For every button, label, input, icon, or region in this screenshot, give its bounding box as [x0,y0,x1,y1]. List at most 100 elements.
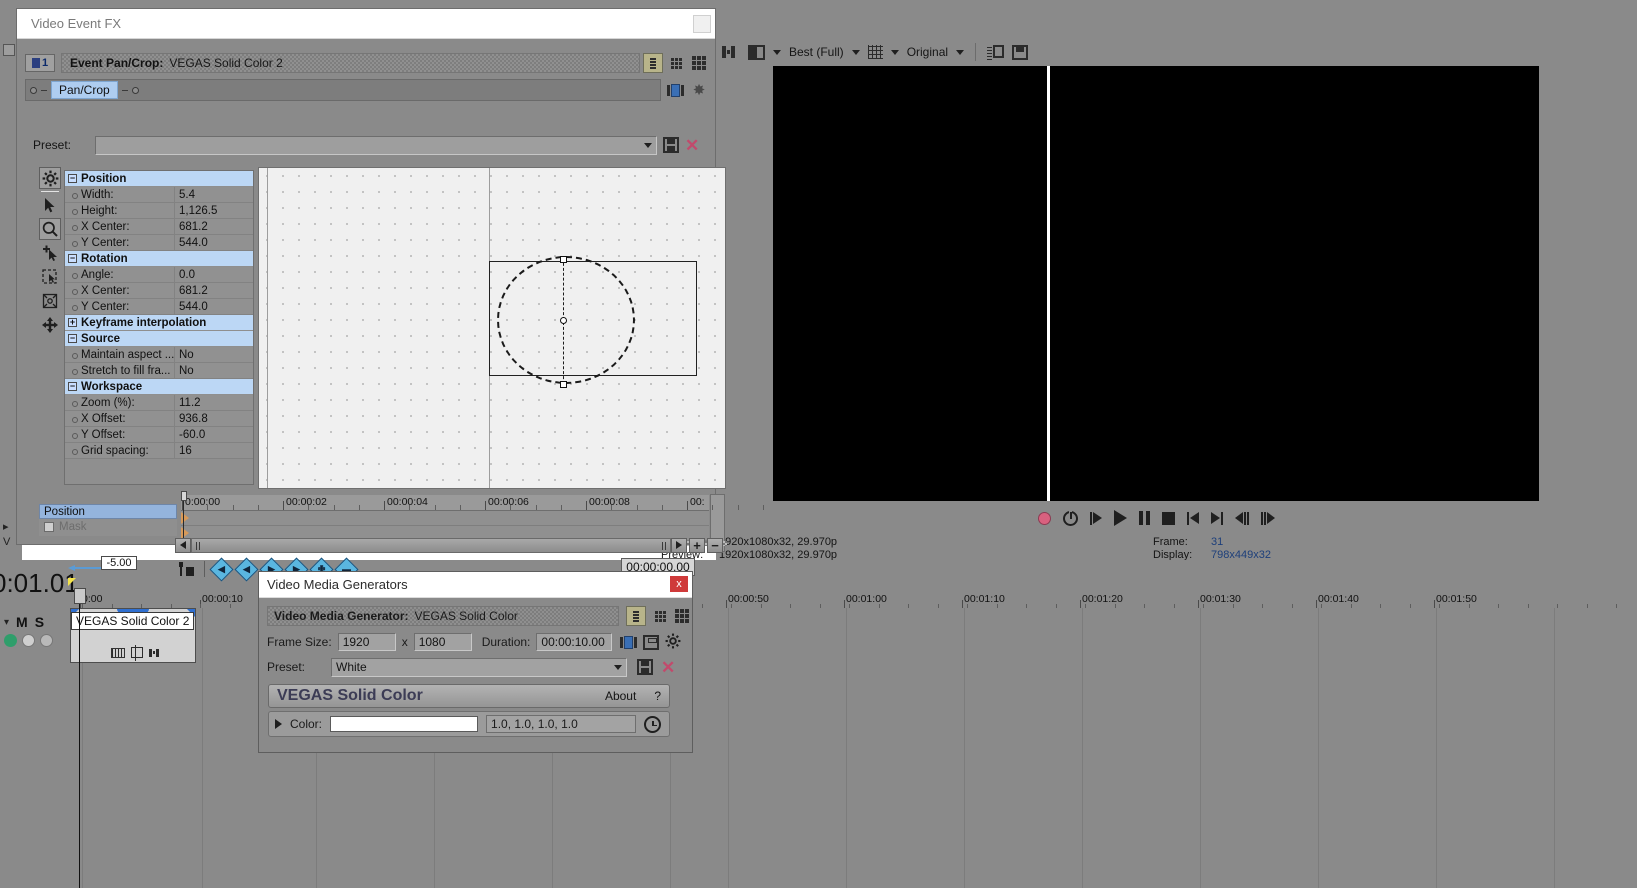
plugin-chain-add-icon[interactable]: ✸ [689,79,709,101]
collapse-icon[interactable]: − [68,382,77,391]
frame-height-input[interactable]: 1080 [414,633,472,651]
property-value[interactable]: 16 [175,443,253,458]
vmg-preset-combo[interactable]: White [331,658,627,677]
zoom-tool-icon[interactable] [39,218,61,240]
frame-size-options-icon[interactable] [643,635,659,650]
vmg-preset-chevron-down-icon[interactable] [614,665,622,670]
previous-frame-button[interactable] [1235,512,1249,525]
keyframe-cursor[interactable] [181,491,187,541]
track-motion-icon[interactable] [22,634,35,647]
chain-output-node-icon[interactable] [132,87,139,94]
property-value[interactable]: 681.2 [175,283,253,298]
event-pan-crop-icon[interactable] [131,647,143,658]
expand-color-triangle-icon[interactable] [275,719,282,729]
play-from-start-button[interactable] [1090,512,1102,525]
property-row[interactable]: X Center:681.2 [65,219,253,235]
stop-button[interactable] [1162,512,1175,525]
track-compositing-icon[interactable] [40,634,53,647]
property-row[interactable]: Angle:0.0 [65,267,253,283]
pan-crop-settings-icon[interactable] [39,167,61,189]
keyframe-horizontal-scrollbar[interactable]: + − [175,537,723,553]
property-value[interactable]: 544.0 [175,235,253,250]
preview-quality-label[interactable]: Best (Full) [789,45,844,59]
property-value[interactable]: -60.0 [175,427,253,442]
property-value[interactable]: 544.0 [175,299,253,314]
plugin-bypass-icon[interactable] [665,79,685,101]
plugin-tab-pan-crop[interactable]: Pan/Crop [51,81,118,99]
delete-preset-icon[interactable]: ✕ [685,137,699,154]
match-media-icon[interactable] [620,636,637,649]
overlay-label[interactable]: Original [907,45,948,59]
chain-input-node-icon[interactable] [30,87,37,94]
left-mini-icon-1[interactable] [3,44,15,56]
save-preset-icon[interactable] [663,137,679,153]
property-value[interactable]: 936.8 [175,411,253,426]
view-mode-grid-large-icon[interactable] [689,53,709,73]
property-value[interactable]: No [175,363,253,378]
selection-handle-bottom[interactable] [560,381,567,388]
minimize-button[interactable] [693,15,711,33]
overlay-dropdown-icon[interactable] [891,50,899,55]
event-name-label[interactable]: VEGAS Solid Color 2 [71,612,194,630]
record-button[interactable] [1038,512,1051,525]
add-keyframe-tool-icon[interactable] [39,242,61,264]
vmg-view-grid-large-icon[interactable] [672,606,692,626]
selection-handle-top[interactable] [560,256,567,263]
pan-crop-properties-grid[interactable]: −PositionWidth:5.4Height:1,126.5X Center… [64,170,254,485]
event-media-generator-icon[interactable] [111,648,125,658]
previous-keyframe-button[interactable]: ◀ [234,557,258,581]
anchor-tool-icon[interactable] [39,290,61,312]
color-value-input[interactable]: 1.0, 1.0, 1.0, 1.0 [486,715,636,733]
project-video-properties-icon[interactable] [722,44,740,60]
keyframe-track-position[interactable]: Position [39,504,177,519]
property-row[interactable]: Y Center:544.0 [65,235,253,251]
copy-snapshot-to-clipboard-icon[interactable] [987,45,1004,60]
split-screen-view-icon[interactable] [748,45,765,60]
property-value[interactable]: 11.2 [175,395,253,410]
loop-playback-button[interactable] [1063,511,1078,526]
video-event-fx-titlebar[interactable]: Video Event FX [17,9,715,39]
property-group-position[interactable]: −Position [65,171,253,187]
overlay-mode-dropdown-icon[interactable] [956,50,964,55]
first-keyframe-button[interactable]: ◀ [209,557,233,581]
preset-combo-chevron-down-icon[interactable] [644,143,652,148]
pause-button[interactable] [1139,511,1150,525]
timeline-cursor-head[interactable] [74,588,86,604]
move-tool-icon[interactable] [39,314,61,336]
go-to-end-button[interactable] [1211,512,1223,525]
about-link[interactable]: About [605,689,636,703]
property-group-rotation[interactable]: −Rotation [65,251,253,267]
close-icon[interactable]: x [670,576,688,592]
property-group-workspace[interactable]: −Workspace [65,379,253,395]
generator-settings-gear-icon[interactable] [665,633,681,652]
lock-keyframe-icon[interactable] [177,562,194,576]
view-mode-list-icon[interactable] [643,53,663,73]
track-solo-button[interactable]: S [35,614,44,630]
view-mode-grid-small-icon[interactable] [666,53,686,73]
color-swatch[interactable] [330,716,478,732]
timeline-timecode[interactable]: 0:01.01 [0,568,79,599]
event-fx-icon[interactable] [149,647,162,658]
overlay-grid-icon[interactable] [868,45,883,59]
mask-creation-tool-icon[interactable] [39,266,61,288]
scroll-left-button[interactable] [175,538,191,553]
save-snapshot-to-file-icon[interactable] [1012,45,1028,60]
keyframe-track-mask[interactable]: Mask [39,519,177,534]
zoom-in-button[interactable]: + [689,538,705,553]
vmg-delete-preset-icon[interactable]: ✕ [661,659,675,676]
selection-center-handle[interactable] [560,317,567,324]
normal-edit-tool-icon[interactable] [39,194,61,216]
property-row[interactable]: Width:5.4 [65,187,253,203]
help-link[interactable]: ? [654,689,661,703]
collapse-icon[interactable]: − [68,174,77,183]
property-row[interactable]: Y Offset:-60.0 [65,427,253,443]
vmg-view-grid-small-icon[interactable] [650,606,670,626]
property-value[interactable]: 681.2 [175,219,253,234]
scroll-right-button[interactable] [671,538,687,553]
zoom-out-button[interactable]: − [707,538,723,553]
keyframe-lane-position[interactable] [181,511,709,526]
keyframe-ruler[interactable]: 0:00:0000:00:0200:00:0400:00:0600:00:080… [181,495,709,511]
property-value[interactable]: 5.4 [175,187,253,202]
collapse-icon[interactable]: − [68,254,77,263]
property-row[interactable]: Stretch to fill fra...No [65,363,253,379]
